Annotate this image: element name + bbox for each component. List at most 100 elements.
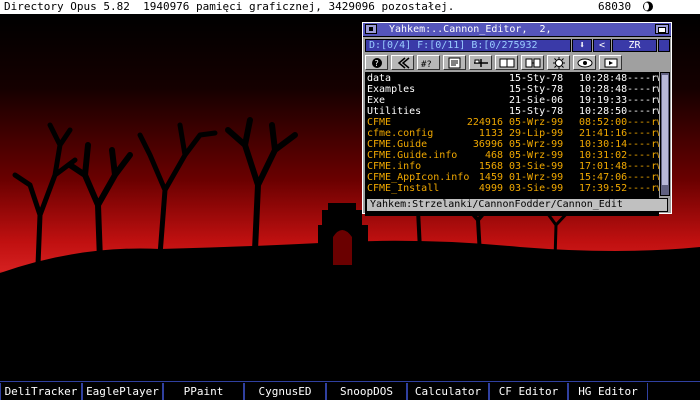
file-name: data (367, 73, 392, 84)
close-icon[interactable] (365, 24, 377, 34)
resize-icon[interactable] (658, 39, 670, 52)
opus-lister-window[interactable]: Yahkem:..Cannon_Editor, 2, D:[0/4] F:[0/… (362, 22, 672, 216)
copy-icon[interactable] (495, 55, 518, 70)
file-date: 01-Wrz-99 (509, 172, 564, 183)
arrow-down-icon[interactable]: ⬇ (572, 39, 592, 52)
bank-button-snoopdos[interactable]: SnoopDOS (326, 383, 407, 400)
list-item[interactable]: CFME.Guide 36996 05-Wrz-99 10:30:14----rw- (365, 139, 659, 150)
file-attr: ----rwe (627, 128, 659, 139)
list-item[interactable]: CFME.info 1568 03-Sie-99 17:01:48----rw- (365, 161, 659, 172)
list-item[interactable]: Examples 15-Sty-78 10:28:48----rwe (365, 84, 659, 95)
list-item[interactable]: CFME.Guide.info 468 05-Wrz-99 10:31:02 ----r… (365, 150, 659, 161)
move-icon[interactable] (521, 55, 544, 70)
file-size: 1568 (478, 161, 503, 172)
file-attr: ----rw- (627, 172, 659, 183)
file-attr: ----rwe (627, 106, 659, 117)
parent-icon[interactable] (391, 55, 414, 70)
depth-icon[interactable] (655, 24, 669, 34)
lister-status-bar: D:[0/4] F:[0/11] B:[0/275932 (365, 39, 571, 52)
file-attr: ----rwe (627, 183, 659, 194)
file-attr: ----rwe (627, 73, 659, 84)
settings-icon[interactable] (547, 55, 570, 70)
file-size: 1133 (478, 128, 503, 139)
screen-title: Directory Opus 5.82 1940976 pamięci graf… (4, 0, 455, 13)
bank-button-cygnused[interactable]: CygnusED (244, 383, 326, 400)
svg-text:?: ? (375, 59, 379, 68)
file-date: 05-Wrz-99 (509, 139, 564, 150)
list-item[interactable]: CFME 224916 05-Wrz-99 08:52:00----rwe (365, 117, 659, 128)
file-time: 21:41:16 (579, 128, 628, 139)
file-list[interactable]: data15-Sty-7810:28:48----rweExamples15-S… (365, 72, 659, 216)
file-time: 10:28:48 (579, 84, 628, 95)
list-item[interactable]: Exe 21-Sie-06 19:19:33----rwe (365, 95, 659, 106)
file-date: 05-Wrz-99 (509, 150, 564, 161)
bank-button-cf-editor[interactable]: CF Editor (489, 383, 568, 400)
view-icon[interactable] (573, 55, 596, 70)
info-icon[interactable] (443, 55, 466, 70)
arrow-left-icon[interactable]: < (593, 39, 611, 52)
workbench-screen: Directory Opus 5.82 1940976 pamięci graf… (0, 0, 700, 400)
bank-button-delitracker[interactable]: DeliTracker (0, 383, 82, 400)
file-time: 08:52:00 (579, 117, 628, 128)
lister-title: Yahkem:..Cannon_Editor, 2, (389, 24, 552, 35)
file-name: CFME_Install (367, 183, 440, 194)
file-size: 4999 (478, 183, 503, 194)
bank-button-eagleplayer[interactable]: EaglePlayer (82, 383, 163, 400)
file-time: 17:01:48 (579, 161, 628, 172)
list-item[interactable]: data 15-Sty-78 10:28:48----rwe (365, 73, 659, 84)
file-attr: ----rwe (627, 117, 659, 128)
file-date: 03-Sie-99 (509, 183, 564, 194)
file-name: cfme.config (367, 128, 434, 139)
vertical-scrollbar[interactable] (660, 72, 670, 196)
svg-text:#?: #? (421, 60, 432, 69)
bank-button-ppaint[interactable]: PPaint (163, 383, 244, 400)
file-date: 05-Wrz-99 (509, 117, 564, 128)
file-time: 10:28:50 (579, 106, 628, 117)
file-attr: ----rwe (627, 95, 659, 106)
run-icon[interactable] (599, 55, 622, 70)
cpu-label: 68030 (598, 0, 632, 13)
file-name: CFME.Guide (367, 139, 428, 150)
lister-toolbar: ? #? (365, 55, 667, 71)
file-time: 15:47:06 (579, 172, 628, 183)
screen-title-bar[interactable]: Directory Opus 5.82 1940976 pamięci graf… (0, 0, 700, 15)
scrollbar-knob[interactable] (662, 75, 668, 185)
zr-button[interactable]: ZR (612, 39, 657, 52)
file-attr: ----rw- (627, 161, 659, 172)
screen-depth-icon[interactable] (640, 1, 656, 12)
file-time: 19:19:33 (579, 95, 628, 106)
file-name: Examples (367, 84, 416, 95)
file-name: CFME (367, 117, 392, 128)
file-date: 15-Sty-78 (509, 106, 564, 117)
match-icon[interactable]: #? (417, 55, 440, 70)
file-time: 10:31:02 (579, 150, 628, 161)
list-item[interactable]: cfme.config 1133 29-Lip-99 21:41:16----rwe (365, 128, 659, 139)
file-time: 10:28:48 (579, 73, 628, 84)
list-item[interactable]: CFME_AppIcon.info 1459 01-Wrz-99 15:47:06 --… (365, 172, 659, 183)
help-icon[interactable]: ? (365, 55, 388, 70)
file-time: 17:39:52 (579, 183, 628, 194)
list-item[interactable]: Utilities 15-Sty-78 10:28:50----rwe (365, 106, 659, 117)
button-bank: DeliTracker EaglePlayer PPaint CygnusED Snoo… (0, 381, 700, 400)
bank-button-hg-editor[interactable]: HG Editor (568, 383, 648, 400)
file-attr: ----rwe (627, 84, 659, 95)
file-size: 36996 (472, 139, 503, 150)
file-date: 15-Sty-78 (509, 73, 564, 84)
list-item[interactable]: CFME_Install 4999 03-Sie-99 17:39:52----rwe (365, 183, 659, 194)
file-name: Exe (367, 95, 386, 106)
bank-button-calculator[interactable]: Calculator (407, 383, 489, 400)
file-attr: ----rw- (627, 139, 659, 150)
file-date: 21-Sie-06 (509, 95, 564, 106)
file-size: 224916 (466, 117, 503, 128)
file-name: Utilities (367, 106, 422, 117)
file-name: CFME.info (367, 161, 422, 172)
path-field[interactable]: Yahkem:Strzelanki/CannonFodder/Cannon_Ed… (366, 198, 668, 212)
file-name: CFME_AppIcon.info (367, 172, 470, 183)
tree-icon[interactable] (469, 55, 492, 70)
file-time: 10:30:14 (579, 139, 628, 150)
file-name: CFME.Guide.info (367, 150, 458, 161)
lister-title-bar[interactable]: Yahkem:..Cannon_Editor, 2, (363, 23, 671, 37)
file-attr: ----rw- (627, 150, 659, 161)
file-size: 468 (484, 150, 503, 161)
file-date: 15-Sty-78 (509, 84, 564, 95)
